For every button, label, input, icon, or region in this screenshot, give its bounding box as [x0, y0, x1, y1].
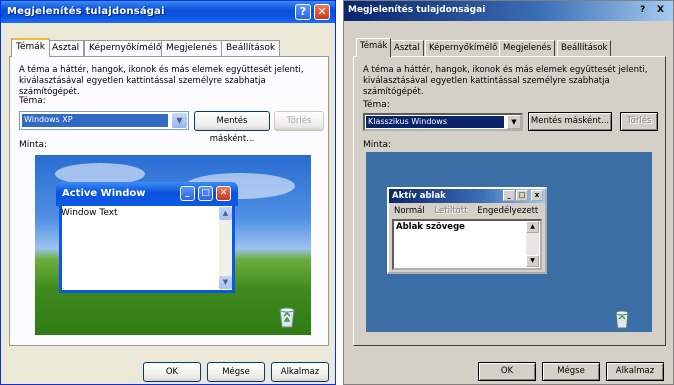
minimize-icon: _ [180, 186, 195, 201]
classic-preview-window-title: Aktív ablak [392, 191, 446, 201]
minimize-icon: _ [503, 190, 515, 201]
close-icon: x [531, 190, 543, 201]
tab-asztal[interactable]: Asztal [390, 40, 424, 56]
xp-preview-scrollbar: ▲ ▼ [219, 207, 232, 289]
dropdown-arrow-icon[interactable]: ▼ [507, 115, 521, 129]
scroll-down-icon: ▼ [219, 276, 232, 289]
classic-description: A téma a háttér, hangok, ikonok és más e… [363, 65, 648, 97]
recycle-bin-icon [615, 310, 629, 329]
tab-asztal[interactable]: Asztal [47, 40, 85, 56]
ok-button[interactable]: OK [478, 362, 536, 381]
classic-sample-label: Minta: [363, 140, 392, 150]
ok-button[interactable]: OK [143, 362, 201, 382]
classic-preview-scrollbar: ▲ ▼ [526, 221, 539, 267]
save-as-button[interactable]: Mentés másként... [194, 111, 270, 144]
tab-kepernyokimelo[interactable]: Képernyőkímélő [84, 40, 167, 56]
tab-beallitasok[interactable]: Beállítások [557, 40, 612, 56]
help-icon[interactable]: ? [295, 4, 311, 20]
scroll-up-icon: ▲ [526, 221, 539, 233]
maximize-icon: □ [198, 186, 213, 201]
classic-preview-menu: Normál Letiltott Engedélyezett [394, 206, 545, 216]
classic-dialog-title: Megjelenítés tulajdonságai [348, 5, 486, 15]
tab-kepernyokimelo[interactable]: Képernyőkímélő [425, 40, 502, 56]
tab-temak[interactable]: Témák [11, 38, 50, 57]
close-icon: ✕ [216, 186, 231, 201]
xp-display-properties-dialog: Megjelenítés tulajdonságai ? ✕ Témák Asz… [0, 0, 336, 385]
xp-description: A téma a háttér, hangok, ikonok és más e… [19, 65, 304, 97]
recycle-bin-icon [279, 307, 295, 328]
xp-sample-label: Minta: [19, 140, 48, 150]
delete-button[interactable]: Törlés [274, 111, 324, 131]
delete-button[interactable]: Törlés [620, 112, 658, 131]
maximize-icon: □ [516, 190, 528, 201]
classic-theme-label: Téma: [363, 100, 390, 110]
xp-preview-window-text: Window Text [61, 208, 118, 218]
menu-item-enabled: Engedélyezett [477, 206, 539, 216]
dropdown-arrow-icon[interactable]: ▼ [172, 113, 187, 128]
cancel-button[interactable]: Mégse [542, 362, 600, 381]
apply-button[interactable]: Alkalmaz [606, 362, 664, 381]
close-icon[interactable]: ✕ [314, 4, 330, 20]
xp-preview-window-title: Active Window [62, 188, 146, 199]
apply-button[interactable]: Alkalmaz [271, 362, 329, 382]
xp-title-bar[interactable]: Megjelenítés tulajdonságai ? ✕ [1, 1, 335, 23]
tab-megjelenes[interactable]: Megjelenés [161, 40, 223, 56]
cancel-button[interactable]: Mégse [207, 362, 265, 382]
menu-item-normal: Normál [394, 206, 425, 216]
xp-theme-label: Téma: [19, 96, 46, 106]
xp-theme-select[interactable]: Windows XP ▼ [19, 111, 189, 130]
classic-title-bar[interactable]: Megjelenítés tulajdonságai ? X [344, 1, 673, 21]
save-as-button[interactable]: Mentés másként... [528, 112, 612, 131]
close-icon[interactable]: X [657, 5, 664, 15]
scroll-up-icon: ▲ [219, 207, 232, 220]
menu-item-disabled: Letiltott [434, 206, 468, 216]
classic-display-properties-dialog: Megjelenítés tulajdonságai ? X Témák Asz… [343, 0, 674, 385]
xp-dialog-title: Megjelenítés tulajdonságai [7, 6, 165, 17]
classic-theme-value: Klasszikus Windows [366, 116, 504, 128]
classic-preview-window-title-bar: Aktív ablak _ □ x [389, 189, 545, 203]
xp-theme-value: Windows XP [22, 114, 168, 127]
tab-beallitasok[interactable]: Beállítások [221, 40, 281, 56]
tab-megjelenes[interactable]: Megjelenés [499, 40, 556, 56]
tab-temak[interactable]: Témák [356, 38, 392, 57]
xp-preview-window-title-bar: Active Window _ □ ✕ [56, 182, 238, 206]
help-icon[interactable]: ? [640, 5, 645, 15]
scroll-down-icon: ▼ [526, 255, 539, 267]
classic-preview-window-text: Ablak szövege [396, 222, 465, 232]
classic-theme-select[interactable]: Klasszikus Windows ▼ [363, 113, 523, 131]
